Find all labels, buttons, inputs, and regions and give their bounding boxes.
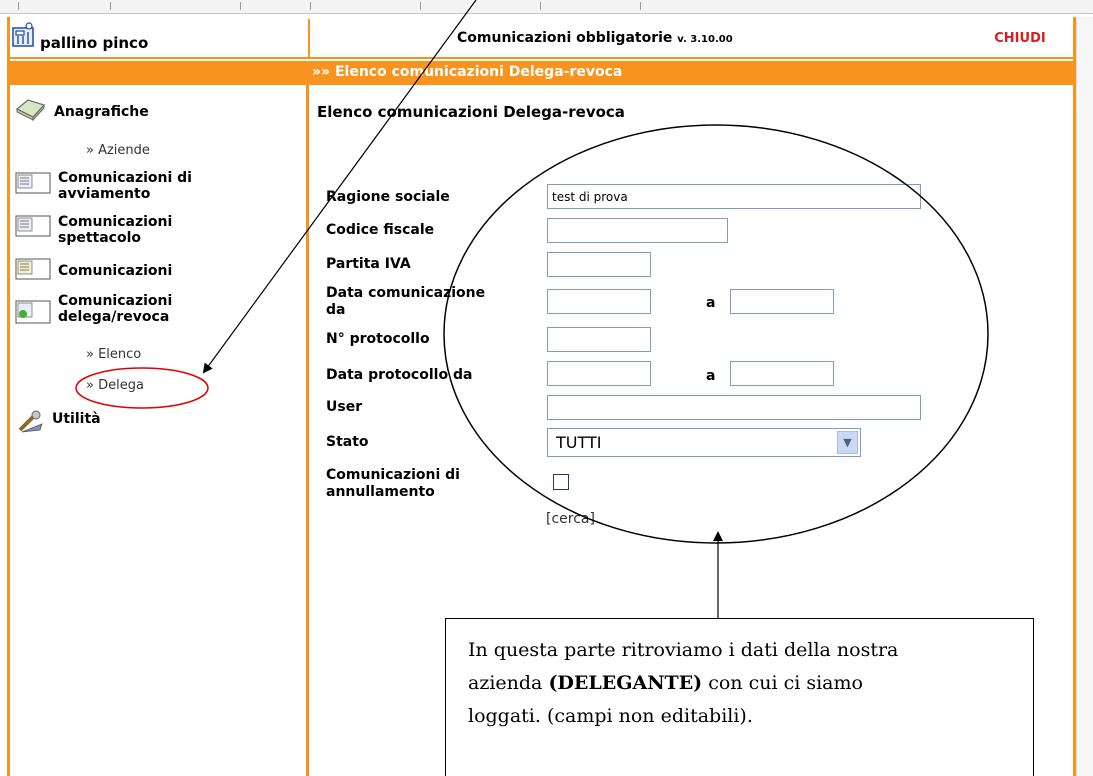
range-separator-label: a <box>706 368 716 384</box>
breadcrumb: »» Elenco comunicazioni Delega-revoca <box>312 64 623 80</box>
stato-label: Stato <box>326 434 369 450</box>
page-title: Elenco comunicazioni Delega-revoca <box>317 103 625 121</box>
close-button[interactable]: CHIUDI <box>975 22 1065 56</box>
stato-select[interactable]: TUTTI <box>547 428 861 457</box>
sidebar-item-comunicazioni[interactable]: Comunicazioni <box>58 263 172 279</box>
document-icon <box>15 258 51 280</box>
app-logo-icon <box>12 22 34 47</box>
sidebar-item-elenco[interactable]: » Elenco <box>86 347 141 362</box>
sidebar-item-delega[interactable]: » Delega <box>86 378 144 393</box>
user-input[interactable] <box>547 395 921 420</box>
chevron-down-icon[interactable]: ▼ <box>837 431 858 454</box>
orange-band-left <box>10 61 308 85</box>
sidebar-item-avviamento[interactable]: Comunicazioni di avviamento <box>58 170 192 202</box>
sidebar-divider <box>306 85 309 776</box>
document-icon <box>15 215 51 237</box>
sidebar-item-label: avviamento <box>58 186 151 202</box>
protocollo-label: N° protocollo <box>326 331 430 347</box>
toolbar-separator <box>18 2 19 10</box>
partita-iva-label: Partita IVA <box>326 256 411 272</box>
codice-fiscale-label: Codice fiscale <box>326 222 435 238</box>
callout-line2c: con cui ci siamo <box>702 672 863 694</box>
app-title-text: Comunicazioni obbligatorie <box>457 30 673 46</box>
callout-line1: In questa parte ritroviamo i dati della … <box>468 639 899 661</box>
toolbar-separator <box>110 2 111 10</box>
annullamento-checkbox[interactable] <box>553 474 569 490</box>
anagrafiche-icon <box>15 99 46 121</box>
sidebar-item-label: Comunicazioni <box>58 293 173 309</box>
scrollbar[interactable] <box>1076 17 1093 776</box>
data-comunicazione-label-line1: Data comunicazione <box>326 285 486 301</box>
callout-delegante: (DELEGANTE) <box>548 672 703 694</box>
data-protocollo-to-input[interactable] <box>730 361 834 386</box>
range-separator-label: a <box>706 295 716 311</box>
user-label: User <box>326 399 363 415</box>
toolbar-separator <box>240 2 241 10</box>
toolbar-separator <box>420 2 421 10</box>
sidebar-item-utilita[interactable]: Utilità <box>52 411 101 427</box>
annullamento-label: Comunicazioni di annullamento <box>326 467 460 501</box>
sidebar-item-label: Comunicazioni di <box>58 170 192 186</box>
data-protocollo-from-input[interactable] <box>547 361 651 386</box>
data-comunicazione-from-input[interactable] <box>547 289 651 314</box>
codice-fiscale-input[interactable] <box>547 218 728 243</box>
annullamento-label-line1: Comunicazioni di <box>326 467 460 483</box>
app-version: v. 3.10.00 <box>677 34 733 45</box>
data-comunicazione-label-line2: da <box>326 302 346 318</box>
data-comunicazione-label: Data comunicazione da <box>326 285 485 319</box>
document-icon <box>15 172 51 194</box>
delega-document-icon <box>15 300 51 324</box>
partita-iva-input[interactable] <box>547 252 651 277</box>
sidebar-item-anagrafiche[interactable]: Anagrafiche <box>54 104 149 120</box>
search-link[interactable]: [cerca] <box>546 511 595 527</box>
annullamento-label-line2: annullamento <box>326 484 435 500</box>
user-name: pallino pinco <box>40 34 149 52</box>
sidebar-item-spettacolo[interactable]: Comunicazioni spettacolo <box>58 214 172 246</box>
sidebar-item-aziende[interactable]: » Aziende <box>86 143 150 158</box>
ragione-sociale-label: Ragione sociale <box>326 189 450 205</box>
ragione-sociale-input[interactable] <box>547 184 921 209</box>
toolbar-separator <box>640 2 641 10</box>
protocollo-input[interactable] <box>547 327 651 352</box>
callout-line2a: azienda <box>468 672 549 694</box>
data-comunicazione-to-input[interactable] <box>730 289 834 314</box>
top-toolbar-strip <box>0 0 1093 14</box>
utilita-tools-icon <box>18 410 43 433</box>
annotation-callout-text: In questa parte ritroviamo i dati della … <box>468 634 1018 733</box>
sidebar-item-delega-revoca[interactable]: Comunicazioni delega/revoca <box>58 293 172 325</box>
toolbar-separator <box>540 2 541 10</box>
callout-line3: loggati. (campi non editabili). <box>468 705 753 727</box>
data-protocollo-label: Data protocollo da <box>326 367 473 383</box>
toolbar-separator <box>310 2 311 10</box>
sidebar-item-label: Comunicazioni <box>58 214 173 230</box>
sidebar-item-label: delega/revoca <box>58 309 170 325</box>
app-title: Comunicazioni obbligatorie v. 3.10.00 <box>457 30 733 46</box>
sidebar-item-label: spettacolo <box>58 230 142 246</box>
